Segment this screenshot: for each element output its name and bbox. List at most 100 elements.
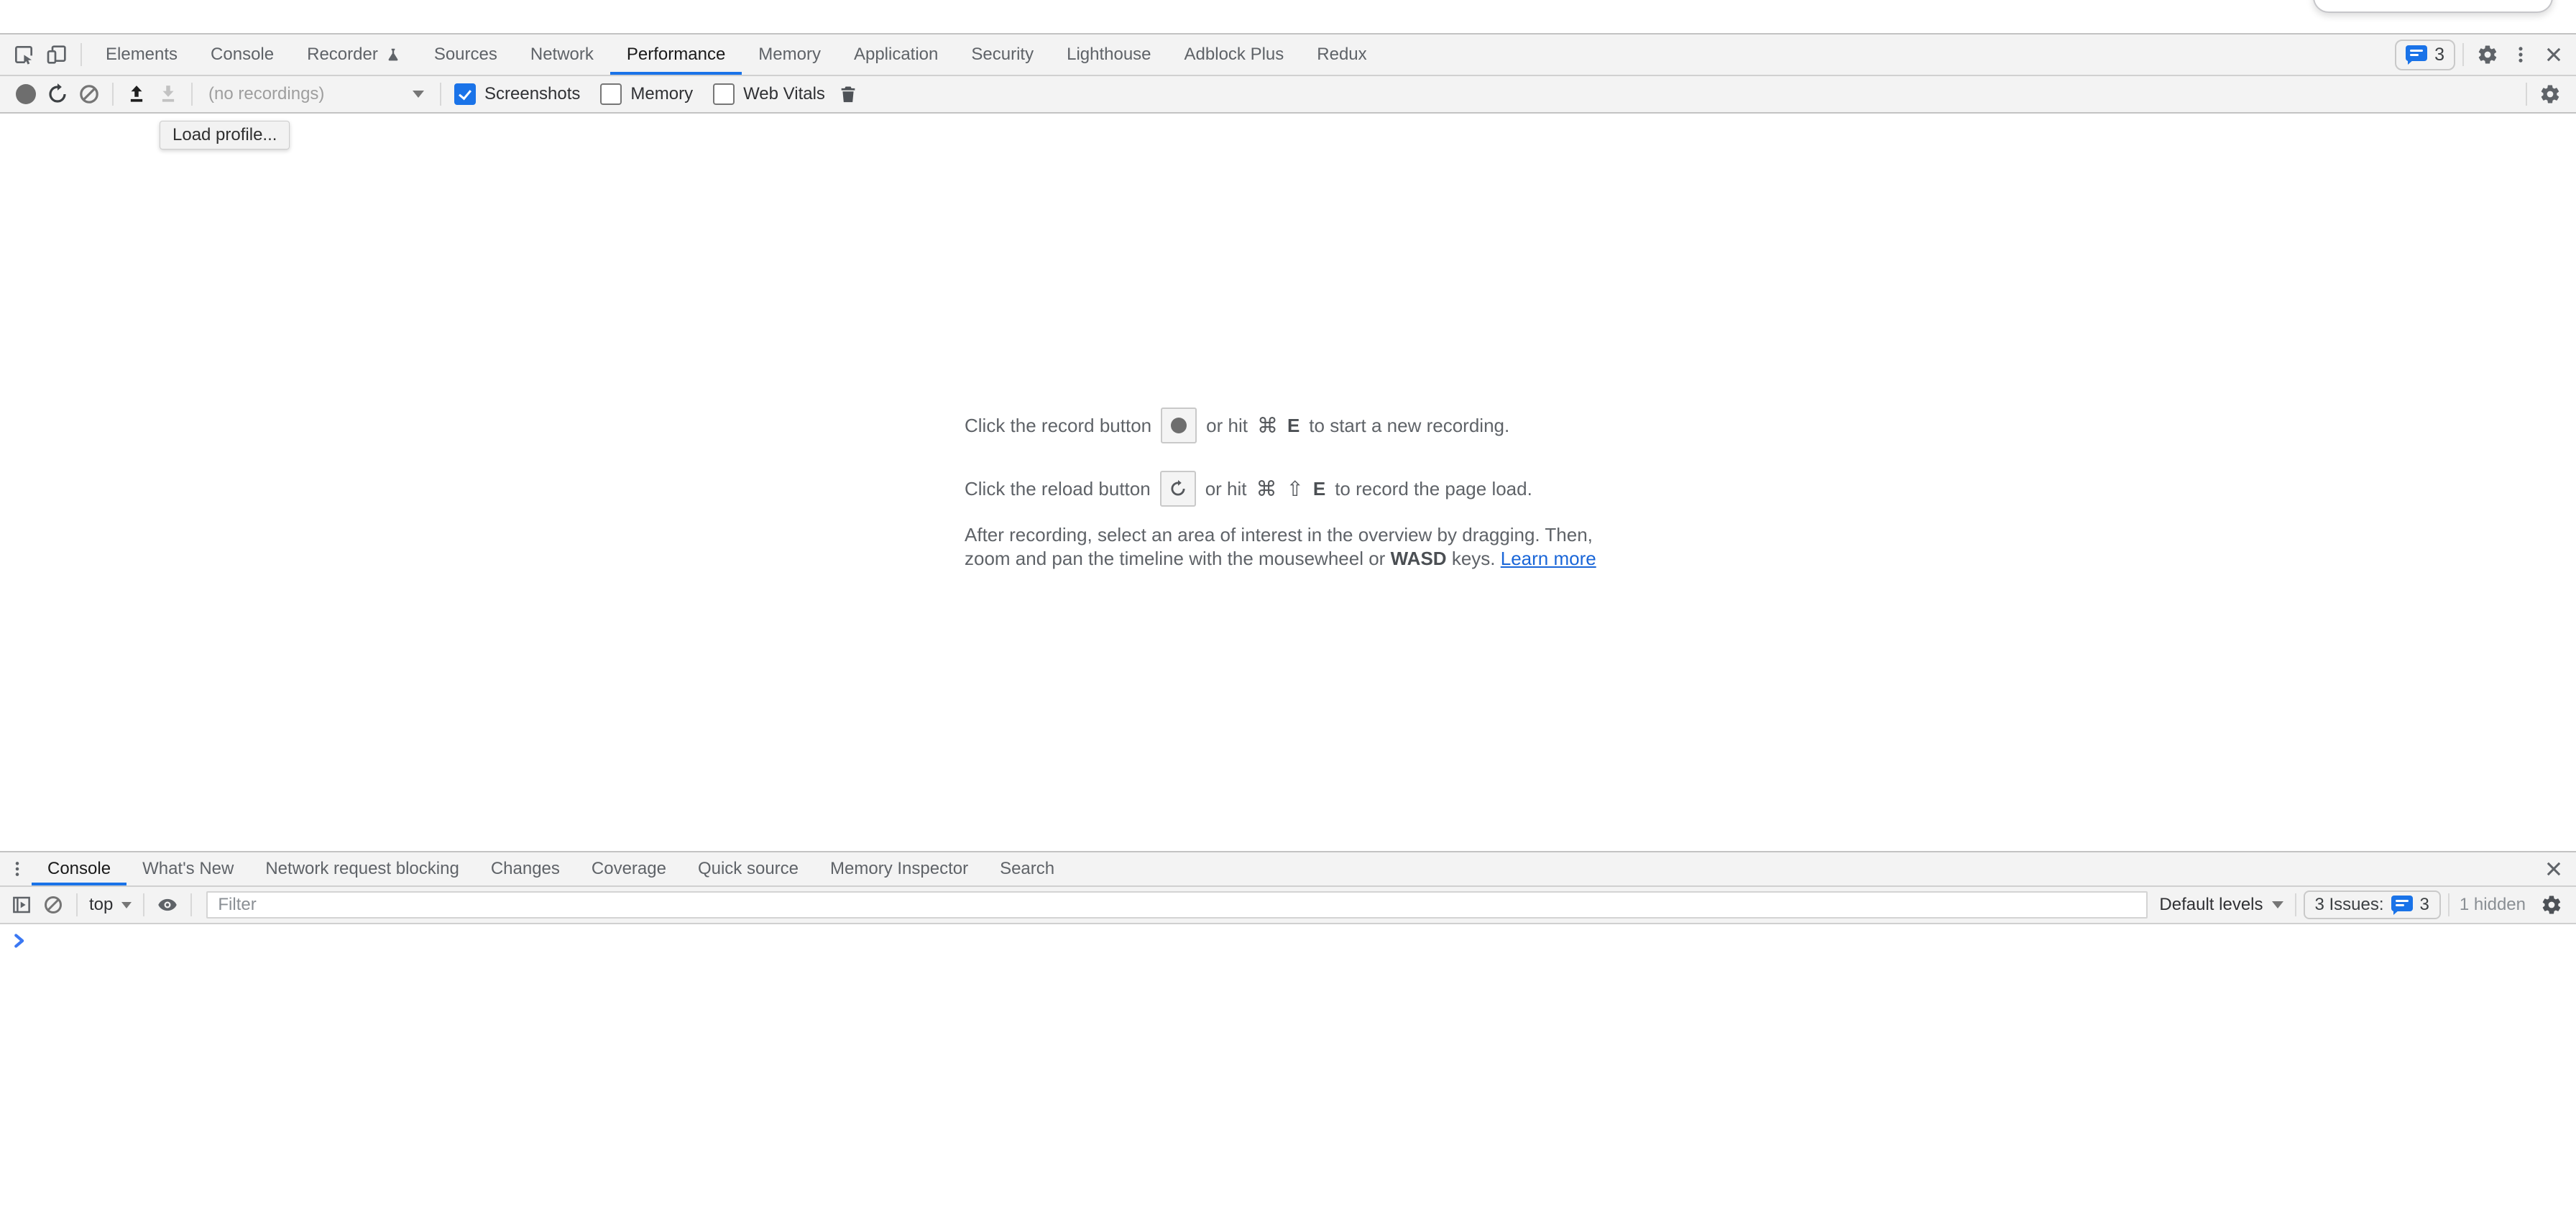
create-live-expression-button[interactable] [152, 889, 183, 921]
close-devtools-button[interactable] [2537, 34, 2570, 75]
tab-application[interactable]: Application [837, 34, 954, 75]
checkbox-checked-icon [454, 83, 476, 105]
close-drawer-button[interactable] [2537, 852, 2570, 885]
javascript-context-dropdown[interactable]: top [89, 895, 132, 915]
drawer-tab-quick-source[interactable]: Quick source [682, 852, 814, 885]
tab-label: What's New [142, 859, 234, 879]
tab-label: Application [854, 45, 938, 65]
tab-network[interactable]: Network [514, 34, 610, 75]
gear-icon [2477, 44, 2498, 65]
device-toolbar-button[interactable] [40, 34, 73, 75]
separator [2448, 893, 2450, 916]
more-options-button[interactable] [2504, 34, 2537, 75]
record-button[interactable] [10, 78, 42, 110]
main-tabbar: Elements Console Recorder Sources Networ… [0, 34, 2576, 76]
console-filter-input[interactable] [206, 891, 2148, 919]
instruction-text: or hit [1205, 478, 1247, 500]
record-button-illustration[interactable] [1161, 408, 1197, 443]
cmd-key-symbol: ⌘ [1257, 413, 1278, 438]
levels-value: Default levels [2159, 895, 2263, 915]
drawer-tab-search[interactable]: Search [984, 852, 1070, 885]
context-value: top [89, 895, 113, 915]
load-profile-button[interactable] [121, 78, 152, 110]
console-settings-button[interactable] [2536, 889, 2567, 921]
inspect-cursor-icon [12, 43, 35, 66]
tab-lighthouse[interactable]: Lighthouse [1050, 34, 1167, 75]
load-profile-tooltip: Load profile... [160, 121, 290, 149]
chevron-down-icon [413, 91, 424, 98]
learn-more-link[interactable]: Learn more [1501, 548, 1596, 569]
page-top-strip [0, 0, 2576, 33]
tab-label: Memory [758, 45, 821, 65]
save-profile-button[interactable] [152, 78, 184, 110]
clear-icon [78, 83, 101, 106]
clear-console-button[interactable] [37, 889, 69, 921]
tab-security[interactable]: Security [954, 34, 1050, 75]
reload-icon [46, 83, 69, 106]
clear-recordings-button[interactable] [73, 78, 105, 110]
devtools-window: Elements Console Recorder Sources Networ… [0, 0, 2576, 1206]
drawer-tab-network-request-blocking[interactable]: Network request blocking [249, 852, 474, 885]
separator [2295, 893, 2296, 916]
trash-icon [838, 83, 858, 105]
eye-icon [157, 894, 178, 916]
recordings-dropdown-value: (no recordings) [208, 84, 324, 104]
web-vitals-checkbox[interactable]: Web Vitals [713, 83, 825, 105]
e-key: E [1313, 478, 1325, 500]
flask-icon [385, 46, 401, 63]
tab-label: Elements [106, 45, 178, 65]
inspect-element-button[interactable] [7, 34, 40, 75]
instruction-text: Click the record button [965, 415, 1151, 437]
drawer-tab-console[interactable]: Console [32, 852, 126, 885]
drawer-tab-whats-new[interactable]: What's New [126, 852, 249, 885]
zoom-pan-tip: After recording, select an area of inter… [965, 523, 1619, 571]
tab-performance[interactable]: Performance [610, 34, 742, 75]
console-prompt-row[interactable] [0, 924, 2576, 949]
hidden-messages-label: 1 hidden [2460, 895, 2526, 915]
close-icon [2544, 859, 2564, 879]
separator [76, 893, 78, 916]
capture-settings-button[interactable] [2534, 78, 2566, 110]
capture-options: Screenshots Memory Web Vitals [454, 83, 825, 105]
tip-text: zoom and pan the timeline with the mouse… [965, 548, 1385, 569]
drawer-tab-memory-inspector[interactable]: Memory Inspector [814, 852, 984, 885]
reload-icon [1169, 479, 1187, 498]
memory-checkbox[interactable]: Memory [600, 83, 693, 105]
tab-label: Performance [627, 45, 725, 65]
drawer-more-tools-button[interactable] [3, 852, 32, 885]
drawer: Console What's New Network request block… [0, 851, 2576, 1206]
performance-toolbar: (no recordings) Screenshots Memory Web V… [0, 76, 2576, 114]
tab-label: Coverage [592, 859, 666, 879]
drawer-tab-coverage[interactable]: Coverage [576, 852, 682, 885]
log-levels-dropdown[interactable]: Default levels [2159, 895, 2283, 915]
tab-memory[interactable]: Memory [742, 34, 837, 75]
delete-recording-button[interactable] [832, 78, 864, 110]
checkbox-label: Web Vitals [743, 84, 825, 104]
reload-and-record-button[interactable] [42, 78, 73, 110]
performance-landing: Click the record button or hit ⌘ E to st… [965, 405, 1619, 571]
screenshots-checkbox[interactable]: Screenshots [454, 83, 580, 105]
instruction-text: or hit [1206, 415, 1248, 437]
tab-console[interactable]: Console [194, 34, 290, 75]
tab-recorder[interactable]: Recorder [290, 34, 418, 75]
tab-redux[interactable]: Redux [1300, 34, 1383, 75]
clear-icon [42, 894, 64, 916]
checkbox-unchecked-icon [600, 83, 622, 105]
settings-button[interactable] [2471, 34, 2504, 75]
tab-adblock-plus[interactable]: Adblock Plus [1168, 34, 1301, 75]
tab-sources[interactable]: Sources [418, 34, 514, 75]
instruction-text: to record the page load. [1335, 478, 1532, 500]
console-issues-button[interactable]: 3 Issues: 3 [2304, 890, 2441, 919]
tab-elements[interactable]: Elements [89, 34, 194, 75]
reload-button-illustration[interactable] [1160, 471, 1196, 507]
drawer-tab-changes[interactable]: Changes [475, 852, 576, 885]
tab-label: Memory Inspector [830, 859, 968, 879]
tab-label: Sources [434, 45, 497, 65]
tab-label: Recorder [307, 45, 378, 65]
issues-counter-button[interactable]: 3 [2395, 40, 2455, 70]
tab-label: Adblock Plus [1184, 45, 1284, 65]
show-console-sidebar-button[interactable] [6, 889, 37, 921]
checkbox-unchecked-icon [713, 83, 735, 105]
recordings-dropdown[interactable]: (no recordings) [208, 84, 424, 104]
record-icon [16, 84, 36, 104]
